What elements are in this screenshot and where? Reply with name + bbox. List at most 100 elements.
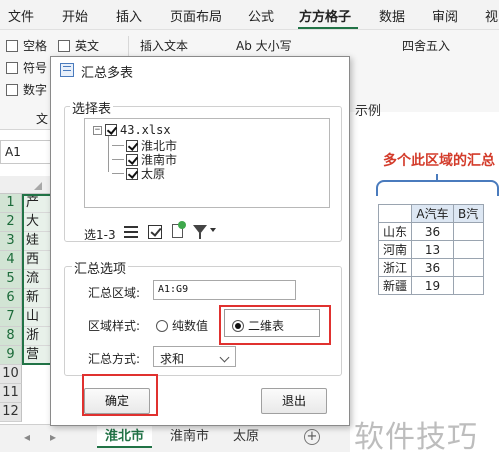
example-row-value: 13 <box>411 240 455 259</box>
menu-review[interactable]: 审阅 <box>432 6 458 25</box>
row-header[interactable]: 7 <box>0 308 22 327</box>
example-header-row: A汽车 B汽 <box>377 204 485 223</box>
ribbon-check-symbol[interactable]: 符号 <box>6 59 47 76</box>
menu-page-layout[interactable]: 页面布局 <box>170 6 222 25</box>
ribbon-check-english[interactable]: 英文 <box>58 37 99 54</box>
example-row-name: 浙江 <box>377 258 413 277</box>
row-header[interactable]: 3 <box>0 232 22 251</box>
row-header[interactable]: 12 <box>0 403 22 422</box>
grid-cell[interactable]: 新 <box>22 289 52 308</box>
round-button[interactable]: 四舍五入 <box>402 37 450 54</box>
grid-cell[interactable]: 流 <box>22 270 52 289</box>
ribbon-group-label: 文 <box>36 112 49 126</box>
menu-file[interactable]: 文件 <box>8 6 34 25</box>
row-header[interactable]: 6 <box>0 289 22 308</box>
chevron-down-icon[interactable] <box>210 228 216 232</box>
menu-insert[interactable]: 插入 <box>116 6 142 25</box>
checkbox-icon[interactable] <box>126 153 138 166</box>
tree-sheet-node[interactable]: 太原 <box>112 165 165 182</box>
brace-shape <box>376 180 499 196</box>
radio-2d-table[interactable]: 二维表 <box>232 317 284 334</box>
name-box[interactable]: A1 <box>0 140 52 164</box>
example-row-name: 新疆 <box>377 276 413 295</box>
example-row-blank <box>453 222 485 241</box>
insert-text-button[interactable]: 插入文本 <box>140 37 188 54</box>
range-input[interactable]: A1:G9 <box>153 280 296 300</box>
grid-cell[interactable]: 产 <box>22 194 52 213</box>
tree-file-node[interactable]: − 43.xlsx <box>93 123 171 137</box>
menu-home[interactable]: 开始 <box>62 6 88 25</box>
row-header[interactable]: 11 <box>0 384 22 403</box>
example-row-value: 36 <box>411 222 455 241</box>
example-row-name: 山东 <box>377 222 413 241</box>
column-header-row <box>0 176 52 194</box>
row-header[interactable]: 5 <box>0 270 22 289</box>
grid-cell[interactable]: 娃 <box>22 232 52 251</box>
example-header-cell: B汽 <box>453 204 485 223</box>
example-row-blank <box>453 258 485 277</box>
ok-button[interactable]: 确定 <box>84 388 150 414</box>
dialog-title-bar[interactable]: 汇总多表 <box>51 57 349 83</box>
menu-formulas[interactable]: 公式 <box>248 6 274 25</box>
example-header-cell: A汽车 <box>411 204 455 223</box>
example-row-value: 36 <box>411 258 455 277</box>
summary-options-label: 汇总选项 <box>72 258 129 277</box>
tree-line <box>112 145 124 146</box>
add-sheet-icon[interactable]: + <box>304 429 320 445</box>
row-header[interactable]: 8 <box>0 327 22 346</box>
row-header[interactable]: 1 <box>0 194 22 213</box>
row-header[interactable]: 10 <box>0 365 22 384</box>
grid-cell[interactable]: 山 <box>22 308 52 327</box>
collapse-icon[interactable]: − <box>93 125 102 135</box>
sheet-tab-huaibei[interactable]: 淮北市 <box>97 426 153 448</box>
example-row-blank <box>453 240 485 259</box>
menu-data[interactable]: 数据 <box>379 6 405 25</box>
checkbox-icon[interactable] <box>126 139 138 152</box>
radio-selected-icon <box>232 319 244 332</box>
exit-button[interactable]: 退出 <box>261 388 327 414</box>
menu-view[interactable]: 视 <box>485 6 498 25</box>
menu-bar: 文件 开始 插入 页面布局 公式 方方格子 数据 审阅 视 <box>0 0 499 30</box>
tree-line <box>108 136 109 172</box>
row-header[interactable]: 2 <box>0 213 22 232</box>
checkbox-icon[interactable] <box>126 167 138 180</box>
brace-tip <box>436 174 438 182</box>
example-row: 浙江 36 <box>377 258 485 277</box>
example-row-blank <box>453 276 485 295</box>
range-label: 汇总区域: <box>88 286 141 300</box>
next-sheet-icon[interactable]: ▸ <box>50 430 56 444</box>
example-row-name: 河南 <box>377 240 413 259</box>
select-all-corner[interactable] <box>34 182 42 190</box>
checkbox-icon[interactable] <box>105 124 117 136</box>
prev-sheet-icon[interactable]: ◂ <box>24 430 30 444</box>
grid-cell[interactable]: 营 <box>22 346 52 365</box>
active-menu-indicator <box>298 27 358 29</box>
sheet-tab-taiyuan[interactable]: 太原 <box>225 426 267 448</box>
select-all-icon[interactable] <box>148 225 162 239</box>
sheet-tab-huainan[interactable]: 淮南市 <box>162 426 217 448</box>
checkbox-icon <box>6 83 18 96</box>
tree-line <box>112 173 124 174</box>
example-header-blank <box>377 204 413 223</box>
list-icon[interactable] <box>124 226 138 238</box>
method-label: 汇总方式: <box>88 352 141 366</box>
table-icon <box>60 63 74 77</box>
radio-plain-values[interactable]: 纯数值 <box>156 317 208 334</box>
grid-cell[interactable]: 大 <box>22 213 52 232</box>
new-document-icon[interactable] <box>172 221 186 238</box>
filter-icon[interactable] <box>193 225 207 239</box>
grid-cell[interactable]: 西 <box>22 251 52 270</box>
row-header[interactable]: 4 <box>0 251 22 270</box>
dialog-title: 汇总多表 <box>81 66 134 81</box>
example-row: 新疆 19 <box>377 276 485 295</box>
ribbon-check-space[interactable]: 空格 <box>6 37 47 54</box>
grid-cell[interactable]: 浙 <box>22 327 52 346</box>
example-title: 多个此区域的汇总 <box>383 153 495 169</box>
ribbon-check-number[interactable]: 数字 <box>6 81 47 98</box>
example-row-value: 19 <box>411 276 455 295</box>
case-button[interactable]: Ab 大小写 <box>236 37 292 54</box>
row-header[interactable]: 9 <box>0 346 22 365</box>
menu-fangfang[interactable]: 方方格子 <box>299 6 351 25</box>
selection-count: 选1-3 <box>84 228 116 242</box>
example-row: 河南 13 <box>377 240 485 259</box>
